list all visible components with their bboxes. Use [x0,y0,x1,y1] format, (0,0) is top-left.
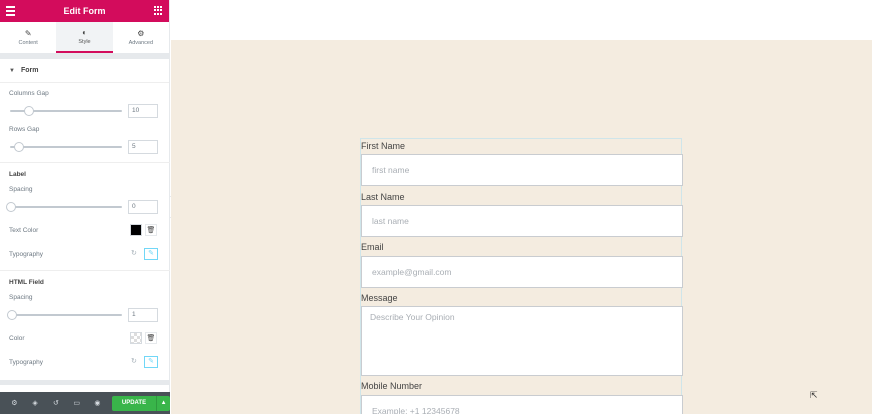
color-label: Color [9,335,25,342]
label-spacing-input[interactable]: 0 [128,200,158,214]
tab-content-label: Content [18,40,38,46]
section-form-title: Form [20,67,39,74]
preview-canvas: First Name first name Last Name last nam… [171,0,872,414]
last-name-label: Last Name [361,192,405,202]
divider [0,270,170,271]
contact-form: First Name first name Last Name last nam… [360,138,683,414]
app-window: Edit Form ✎ Content ◐ Style ⚙ Advanced ▼… [0,0,872,414]
color-swatch[interactable] [130,332,142,344]
trash-icon[interactable]: 🗑 [145,224,157,236]
history-icon[interactable]: ↺ [46,399,67,407]
first-name-input[interactable]: first name [361,154,683,186]
typography-label: Typography [9,251,43,258]
hamburger-menu-icon[interactable] [6,6,15,16]
message-textarea[interactable]: Describe Your Opinion [361,306,683,376]
html-spacing-slider-handle[interactable] [7,310,17,320]
trash-icon[interactable]: 🗑 [145,332,157,344]
pencil-icon: ✎ [24,29,32,38]
update-options-caret-icon[interactable]: ▲ [156,395,171,411]
mobile-number-label: Mobile Number [361,381,423,391]
preview-eye-icon[interactable]: ◉ [87,399,108,407]
last-name-input[interactable]: last name [361,205,683,237]
first-name-label: First Name [361,141,406,151]
tab-advanced[interactable]: ⚙ Advanced [113,22,169,53]
divider [0,162,170,163]
panel-title: Edit Form [63,6,106,16]
edit-pencil-icon[interactable]: ✎ [144,356,158,368]
section-form-toggle[interactable]: ▼ Form [0,59,169,83]
reset-icon[interactable]: ↻ [131,249,137,257]
tab-advanced-label: Advanced [128,40,154,46]
settings-icon[interactable]: ⚙ [4,399,25,407]
email-label: Email [361,242,384,252]
rows-gap-input[interactable]: 5 [128,140,158,154]
rows-gap-slider-handle[interactable] [14,142,24,152]
tab-style[interactable]: ◐ Style [56,22,113,53]
rows-gap-label: Rows Gap [9,126,40,133]
panel-footer: ⚙ ◈ ↺ ▭ ◉ UPDATE ▲ [0,392,171,414]
html-spacing-input[interactable]: 1 [128,308,158,322]
text-color-label: Text Color [9,227,39,234]
message-label: Message [361,293,398,303]
html-field-heading: HTML Field [9,279,44,286]
panel-tabs: ✎ Content ◐ Style ⚙ Advanced [0,22,169,54]
mouse-cursor-icon: ⇱ [810,390,818,400]
editor-panel: Edit Form ✎ Content ◐ Style ⚙ Advanced ▼… [0,0,171,414]
columns-gap-slider[interactable] [10,106,122,116]
label-heading: Label [9,171,26,178]
responsive-icon[interactable]: ▭ [66,399,87,407]
update-button[interactable]: UPDATE [111,395,157,411]
mobile-number-input[interactable]: Example: +1 12345678 [361,395,683,414]
tab-style-label: Style [78,39,91,45]
caret-down-icon: ▼ [9,67,15,74]
html-spacing-slider[interactable] [7,310,122,320]
html-typography-label: Typography [9,359,43,366]
tab-content[interactable]: ✎ Content [0,22,56,53]
reset-icon[interactable]: ↻ [131,357,137,365]
half-circle-icon: ◐ [82,28,87,37]
edit-pencil-icon[interactable]: ✎ [144,248,158,260]
panel-header: Edit Form [0,0,169,22]
label-spacing-slider-handle[interactable] [6,202,16,212]
text-color-swatch[interactable] [130,224,142,236]
email-input[interactable]: example@gmail.com [361,256,683,288]
label-spacing-label: Spacing [9,186,33,193]
widgets-grid-icon[interactable] [154,6,163,15]
columns-gap-input[interactable]: 10 [128,104,158,118]
columns-gap-label: Columns Gap [9,90,49,97]
gear-icon: ⚙ [137,29,145,38]
layers-icon[interactable]: ◈ [25,399,46,407]
label-spacing-slider[interactable] [6,202,122,212]
preview-top-area [171,0,872,40]
html-spacing-label: Spacing [9,294,33,301]
section-separator [0,380,170,385]
columns-gap-slider-handle[interactable] [24,106,34,116]
rows-gap-slider[interactable] [10,142,122,152]
